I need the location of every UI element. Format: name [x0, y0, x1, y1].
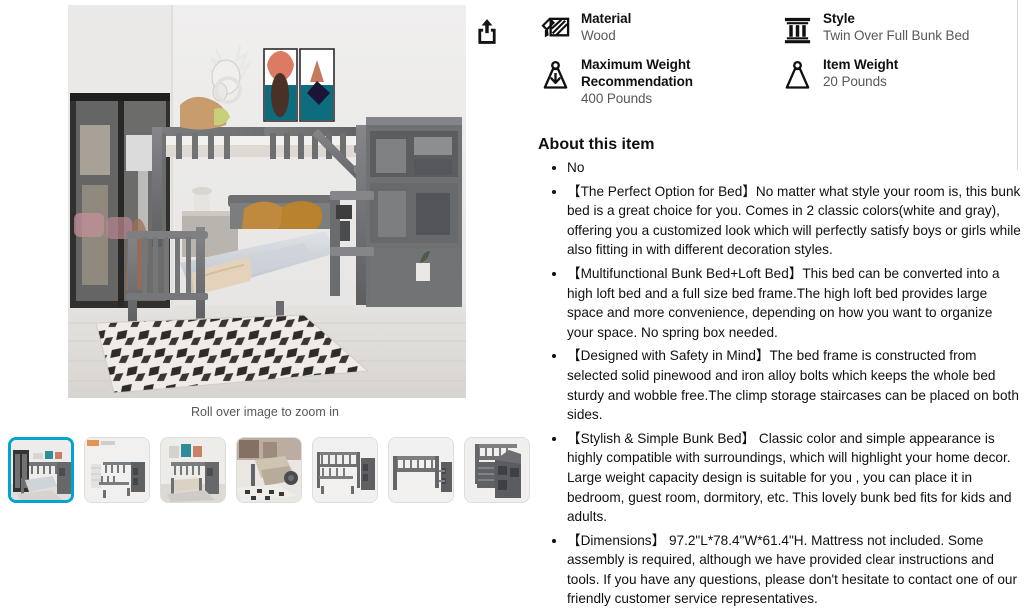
feature-bullet: 【The Perfect Option for Bed】No matter wh…	[552, 182, 1022, 260]
about-this-item-title: About this item	[538, 136, 655, 153]
thumbnail-1[interactable]	[8, 437, 74, 503]
spec-material-value: Wood	[581, 28, 616, 43]
spec-max-weight: Maximum Weight Recommendation 400 Pounds	[538, 56, 776, 107]
thumbnail-7-art	[465, 438, 529, 502]
thumbnail-3-art	[161, 438, 225, 502]
share-icon[interactable]	[474, 18, 500, 46]
max-weight-icon-glyph	[543, 60, 567, 89]
thumbnail-strip[interactable]	[8, 437, 530, 505]
feature-bullet: 【Dimensions】 97.2"L*78.4"W*61.4"H. Mattr…	[552, 531, 1022, 609]
spec-item-weight-value: 20 Pounds	[823, 74, 887, 89]
spec-style-value: Twin Over Full Bunk Bed	[823, 28, 970, 43]
feature-bullet: 【Stylish & Simple Bunk Bed】 Classic colo…	[552, 429, 1022, 527]
column-style-icon-glyph	[784, 17, 810, 43]
spec-grid: Material Wood Style Twin Over Full Bunk …	[538, 10, 1018, 107]
about-this-item-section: About this item No 【The Perfect Option f…	[538, 136, 1022, 613]
spec-material-label: Material	[581, 11, 632, 26]
product-details-column: Material Wood Style Twin Over Full Bunk …	[530, 0, 1024, 613]
thumbnail-5[interactable]	[312, 437, 378, 503]
spec-material: Material Wood	[538, 10, 776, 46]
spec-item-weight-label: Item Weight	[823, 57, 899, 72]
spec-item-weight: Item Weight 20 Pounds	[780, 56, 1018, 107]
feature-bullet: 【Multifunctional Bunk Bed+Loft Bed】This …	[552, 264, 1022, 342]
max-weight-icon	[538, 58, 572, 92]
image-gallery: Roll over image to zoom in	[0, 0, 530, 613]
column-style-icon	[780, 12, 814, 46]
thumbnail-4-art	[237, 438, 301, 502]
thumbnail-7[interactable]	[464, 437, 530, 503]
spec-style-label: Style	[823, 11, 855, 26]
share-icon-glyph	[478, 19, 496, 44]
spec-max-weight-label: Maximum Weight Recommendation	[581, 57, 693, 89]
thumbnail-4[interactable]	[236, 437, 302, 503]
material-swatch-icon-glyph	[540, 16, 569, 37]
feature-bullet: No	[552, 158, 1022, 178]
feature-bullet-list: No 【The Perfect Option for Bed】No matter…	[538, 158, 1022, 609]
spec-max-weight-value: 400 Pounds	[581, 91, 653, 106]
spec-style: Style Twin Over Full Bunk Bed	[780, 10, 1018, 46]
main-product-image[interactable]	[68, 5, 466, 398]
feature-bullet: 【Designed with Safety in Mind】The bed fr…	[552, 346, 1022, 424]
thumbnail-3[interactable]	[160, 437, 226, 503]
thumbnail-2[interactable]	[84, 437, 150, 503]
thumbnail-2-art	[85, 438, 149, 502]
thumbnail-6[interactable]	[388, 437, 454, 503]
thumbnail-1-art	[11, 440, 71, 500]
product-detail-page: Roll over image to zoom in Material Wood…	[0, 0, 1024, 613]
item-weight-icon	[780, 58, 814, 92]
material-swatch-icon	[538, 12, 572, 46]
rollover-hint: Roll over image to zoom in	[191, 405, 339, 419]
thumbnail-6-art	[389, 438, 453, 502]
item-weight-icon-glyph	[785, 60, 809, 89]
main-product-image-art	[68, 5, 466, 398]
thumbnail-5-art	[313, 438, 377, 502]
